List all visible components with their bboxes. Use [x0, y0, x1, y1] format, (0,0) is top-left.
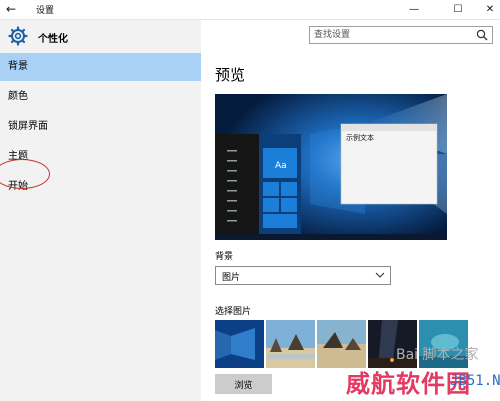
maximize-icon[interactable]: ☐ [442, 0, 474, 19]
sidebar-item-lock-screen[interactable]: 锁屏界面 [0, 113, 201, 141]
sidebar-item-background[interactable]: 背景 [0, 53, 201, 81]
title-bar: ← 设置 — ☐ ✕ [0, 0, 500, 20]
preview-tile-text: Aa [275, 161, 287, 171]
desktop-preview: Aa 示例文本 [215, 94, 447, 240]
watermark-line-3: JB51.Net [450, 373, 500, 389]
watermark-line-1: Bai 脚本之家 [396, 347, 479, 363]
sidebar-header[interactable]: 个性化 [8, 26, 198, 50]
preview-sample-text: 示例文本 [346, 133, 374, 142]
background-dropdown-value: 图片 [222, 273, 241, 283]
window-title: 设置 [36, 6, 55, 16]
watermark: Bai 脚本之家 威航软件园 JB51.Net [340, 344, 500, 401]
sidebar-item-label: 背景 [8, 61, 28, 72]
sidebar-item-label: 颜色 [8, 91, 28, 102]
thumbnail-windows-light[interactable] [215, 320, 264, 368]
chevron-down-icon [375, 272, 385, 278]
background-dropdown[interactable]: 图片 [215, 266, 391, 285]
choose-picture-label: 选择图片 [215, 307, 252, 317]
minimize-icon[interactable]: — [398, 0, 430, 19]
gear-icon [8, 26, 28, 46]
back-arrow-icon[interactable]: ← [6, 2, 20, 16]
preview-image: Aa 示例文本 [215, 94, 447, 240]
sidebar-item-colors[interactable]: 颜色 [0, 83, 201, 111]
sidebar-item-label: 锁屏界面 [8, 121, 48, 132]
background-label: 背景 [215, 252, 234, 262]
page-title: 预览 [215, 66, 246, 84]
browse-button[interactable]: 浏览 [215, 374, 272, 394]
thumbnail-beach-rocks[interactable] [266, 320, 315, 368]
sidebar-header-label: 个性化 [38, 34, 68, 45]
sidebar: 个性化 背景 颜色 锁屏界面 主题 开始 [0, 20, 201, 401]
close-icon[interactable]: ✕ [474, 0, 500, 19]
